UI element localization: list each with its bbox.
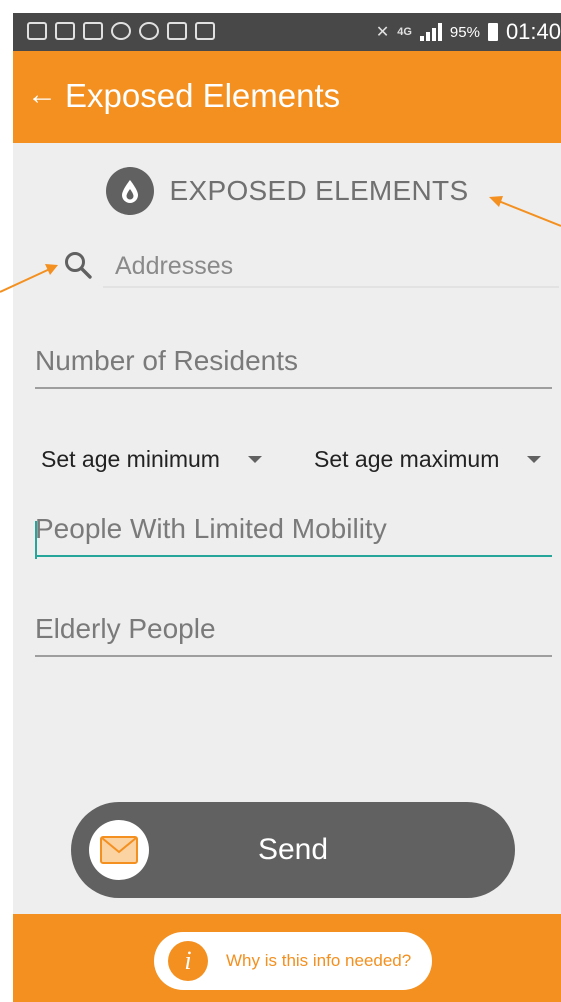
age-max-dropdown[interactable]: Set age maximum	[314, 446, 542, 473]
section-title: EXPOSED ELEMENTS	[169, 175, 469, 206]
arrow-left-icon[interactable]: ←	[27, 80, 57, 110]
age-min-label: Set age minimum	[41, 446, 220, 472]
notification-icons	[27, 22, 215, 40]
phone-screen: ✕ 4G 95% 01:40 ← Exposed Elements EXPOSE…	[13, 13, 561, 1002]
calendar-icon	[195, 22, 215, 40]
info-label: Why is this info needed?	[226, 951, 412, 970]
info-button[interactable]: i Why is this info needed?	[154, 932, 432, 990]
message-icon	[27, 22, 47, 40]
info-icon: i	[168, 941, 208, 981]
signal-icon	[419, 23, 442, 41]
app-bar: ← Exposed Elements	[13, 51, 561, 143]
network-type: 4G	[397, 26, 412, 38]
image-icon	[83, 22, 103, 40]
send-label: Send	[257, 833, 329, 866]
page-title: Exposed Elements	[65, 77, 341, 114]
battery-percent: 95%	[449, 23, 480, 41]
battery-icon	[487, 23, 498, 41]
mail-icon	[55, 22, 75, 40]
text-cursor	[35, 521, 37, 559]
clock: 01:40	[505, 19, 561, 44]
age-max-label: Set age maximum	[314, 446, 500, 472]
section-header: EXPOSED ELEMENTS	[13, 167, 561, 215]
cloud-check-icon	[111, 22, 131, 40]
residents-field[interactable]	[35, 335, 552, 389]
search-icon	[65, 252, 92, 279]
system-status: ✕ 4G 95% 01:40	[376, 19, 561, 45]
elderly-people-field[interactable]	[35, 603, 552, 657]
usb-icon	[167, 22, 187, 40]
search-row	[63, 246, 559, 294]
water-drop-icon	[105, 167, 154, 215]
address-search-input[interactable]	[103, 246, 559, 288]
age-min-dropdown[interactable]: Set age minimum	[41, 446, 262, 473]
send-button[interactable]: Send	[71, 802, 515, 898]
dropdown-arrow-icon	[527, 456, 542, 463]
sync-icon	[139, 22, 159, 40]
status-bar: ✕ 4G 95% 01:40	[13, 13, 561, 51]
dropdown-arrow-icon	[247, 456, 262, 463]
bottom-bar: i Why is this info needed?	[13, 914, 561, 1002]
mute-icon: ✕	[375, 24, 390, 41]
limited-mobility-field[interactable]	[35, 503, 552, 557]
